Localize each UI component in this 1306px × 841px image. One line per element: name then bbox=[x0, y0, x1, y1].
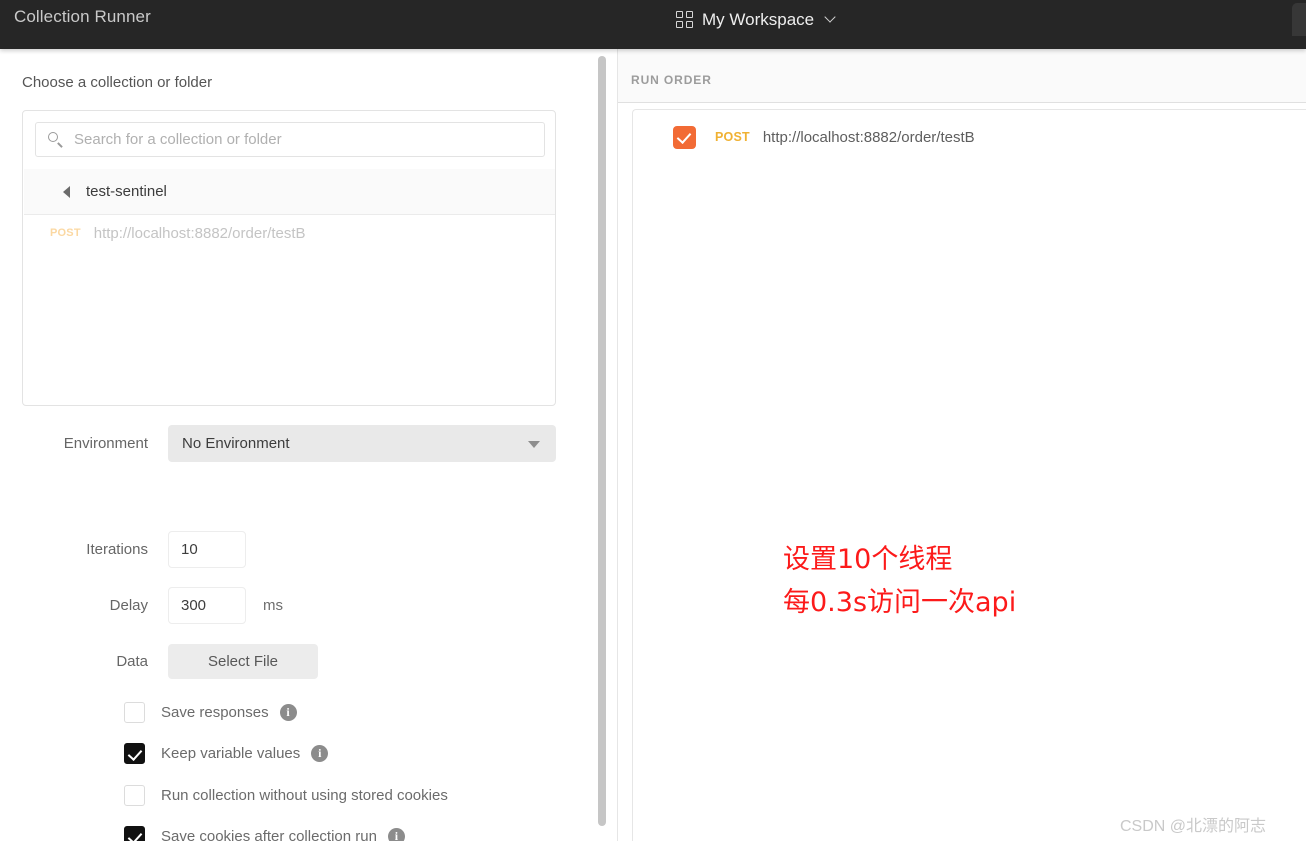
page-title: Collection Runner bbox=[14, 7, 151, 26]
option-save-cookies[interactable]: Save cookies after collection run i bbox=[124, 825, 405, 841]
request-url: http://localhost:8882/order/testB bbox=[93, 224, 306, 242]
table-row[interactable]: POST http://localhost:8882/order/testB bbox=[673, 124, 975, 150]
collection-runner-window: Collection Runner My Workspace Choose a … bbox=[0, 0, 1306, 841]
grid-icon bbox=[676, 11, 694, 29]
info-icon[interactable]: i bbox=[279, 703, 297, 721]
iterations-row: Iterations bbox=[0, 531, 246, 568]
checkbox[interactable] bbox=[124, 784, 145, 806]
list-item[interactable]: POST http://localhost:8882/order/testB bbox=[24, 216, 555, 250]
run-order-header: RUN ORDER bbox=[618, 49, 1306, 103]
checkbox[interactable] bbox=[124, 742, 145, 764]
request-method: POST bbox=[715, 130, 750, 144]
info-icon[interactable]: i bbox=[387, 827, 405, 841]
title-bar: Collection Runner My Workspace bbox=[0, 0, 1306, 49]
chevron-down-icon bbox=[826, 13, 837, 24]
option-save-responses[interactable]: Save responses i bbox=[124, 701, 297, 723]
search-icon bbox=[48, 131, 64, 148]
checkbox[interactable] bbox=[673, 125, 696, 149]
request-url: http://localhost:8882/order/testB bbox=[762, 128, 975, 146]
data-label: Data bbox=[116, 653, 148, 670]
search-box[interactable] bbox=[35, 122, 545, 157]
watermark: CSDN @北漂的阿志 bbox=[1120, 818, 1267, 835]
annotation-line-2: 每0.3s访问一次api bbox=[783, 587, 1017, 618]
option-keep-variable-values[interactable]: Keep variable values i bbox=[124, 742, 329, 764]
option-label: Run collection without using stored cook… bbox=[161, 786, 448, 804]
delay-row: Delay ms bbox=[0, 587, 283, 624]
option-label: Save responses bbox=[161, 703, 269, 721]
choose-collection-label: Choose a collection or folder bbox=[22, 74, 213, 91]
annotation-line-1: 设置10个线程 bbox=[783, 544, 953, 575]
left-panel-scrollbar-thumb[interactable] bbox=[598, 56, 606, 826]
delay-label: Delay bbox=[109, 597, 148, 614]
titlebar-right-tab[interactable] bbox=[1292, 3, 1306, 36]
checkbox[interactable] bbox=[124, 825, 145, 841]
option-run-without-cookies[interactable]: Run collection without using stored cook… bbox=[124, 784, 448, 806]
environment-row: Environment No Environment bbox=[0, 425, 556, 462]
workspace-selector[interactable]: My Workspace bbox=[676, 6, 837, 34]
environment-value: No Environment bbox=[182, 435, 290, 452]
delay-input[interactable] bbox=[168, 587, 246, 624]
select-file-button[interactable]: Select File bbox=[168, 644, 318, 679]
environment-select[interactable]: No Environment bbox=[168, 425, 556, 462]
option-label: Save cookies after collection run bbox=[161, 827, 377, 841]
option-label: Keep variable values bbox=[161, 744, 301, 762]
left-panel: Choose a collection or folder test-senti… bbox=[0, 49, 597, 841]
back-arrow-icon[interactable] bbox=[63, 185, 70, 198]
info-icon[interactable]: i bbox=[311, 744, 329, 762]
iterations-label: Iterations bbox=[86, 541, 148, 558]
data-row: Data Select File bbox=[0, 644, 318, 679]
delay-unit: ms bbox=[263, 597, 283, 614]
folder-breadcrumb-row[interactable]: test-sentinel bbox=[24, 169, 555, 215]
environment-label: Environment bbox=[63, 435, 148, 452]
run-order-list: POST http://localhost:8882/order/testB bbox=[632, 109, 1306, 841]
annotation-overlay: 设置10个线程 每0.3s访问一次api bbox=[783, 538, 1016, 624]
folder-name: test-sentinel bbox=[86, 183, 167, 200]
workspace-name: My Workspace bbox=[702, 10, 815, 29]
iterations-input[interactable] bbox=[168, 531, 246, 568]
right-panel: RUN ORDER POST http://localhost:8882/ord… bbox=[618, 49, 1306, 841]
checkbox[interactable] bbox=[124, 701, 145, 723]
request-method: POST bbox=[50, 227, 81, 239]
run-order-title: RUN ORDER bbox=[631, 73, 712, 87]
caret-down-icon bbox=[528, 441, 540, 448]
collection-chooser: test-sentinel POST http://localhost:8882… bbox=[22, 110, 556, 406]
search-input[interactable] bbox=[74, 131, 514, 148]
